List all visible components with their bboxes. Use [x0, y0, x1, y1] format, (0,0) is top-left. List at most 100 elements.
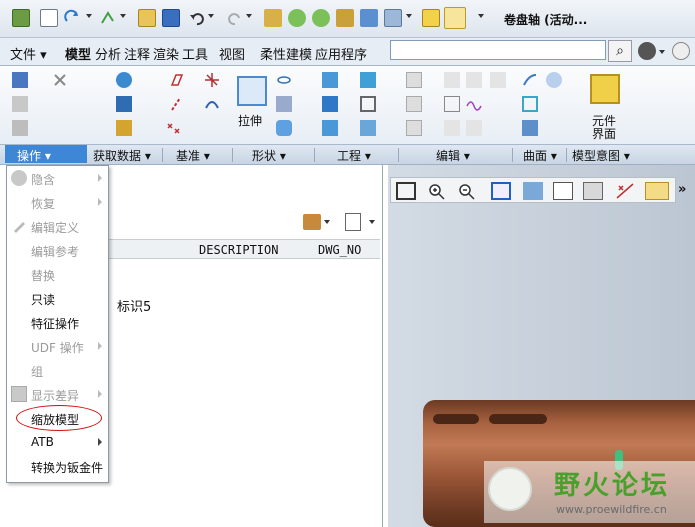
- tab-model[interactable]: 模型: [65, 44, 91, 63]
- window-icon[interactable]: [336, 9, 354, 27]
- chamfer-icon[interactable]: [322, 120, 338, 136]
- windows-icon[interactable]: [384, 9, 402, 27]
- sweep-icon[interactable]: [276, 96, 292, 112]
- delete-icon[interactable]: [52, 72, 68, 88]
- help-icon[interactable]: [638, 42, 656, 60]
- column-description[interactable]: DESCRIPTION: [199, 243, 278, 257]
- solidify-icon[interactable]: [466, 120, 482, 136]
- group-editing[interactable]: 编辑 ▾: [436, 147, 470, 164]
- customize-dropdown-icon[interactable]: [478, 14, 484, 18]
- search-icon[interactable]: ⌕: [608, 40, 632, 62]
- copy-icon[interactable]: [12, 96, 28, 112]
- menu-item-group[interactable]: 组: [7, 358, 108, 382]
- view-manager-icon[interactable]: [583, 182, 603, 200]
- tree-settings-icon[interactable]: [303, 214, 321, 230]
- repaint-icon[interactable]: [491, 182, 511, 200]
- open-icon[interactable]: [138, 9, 156, 27]
- dropdown-icon[interactable]: [406, 14, 412, 18]
- close-window-icon[interactable]: [360, 9, 378, 27]
- hole-icon[interactable]: [322, 72, 338, 88]
- import-icon[interactable]: [116, 120, 132, 136]
- menu-item-resume[interactable]: 恢复: [7, 190, 108, 214]
- copy-geometry-icon[interactable]: [116, 72, 132, 88]
- new-icon[interactable]: [40, 9, 58, 27]
- green-sphere-icon[interactable]: [288, 9, 306, 27]
- dropdown-icon[interactable]: [120, 14, 126, 18]
- regen-icon[interactable]: [264, 9, 282, 27]
- redo-icon[interactable]: [226, 9, 244, 27]
- trim-icon[interactable]: [406, 120, 422, 136]
- dropdown-icon[interactable]: [369, 220, 375, 224]
- options-icon[interactable]: [672, 42, 690, 60]
- saved-orientations-icon[interactable]: [553, 182, 573, 200]
- extend-icon[interactable]: [466, 72, 482, 88]
- project-icon[interactable]: [466, 96, 482, 112]
- column-dwg-no[interactable]: DWG_NO: [318, 243, 361, 257]
- tab-view[interactable]: 视图: [219, 44, 245, 63]
- menu-item-read-only[interactable]: 只读: [7, 286, 108, 310]
- save-icon[interactable]: [162, 9, 180, 27]
- lightning-icon[interactable]: [444, 7, 466, 29]
- tab-file[interactable]: 文件 ▾: [10, 44, 47, 63]
- rib-icon[interactable]: [360, 120, 376, 136]
- plane-icon[interactable]: [168, 72, 184, 88]
- pattern-icon[interactable]: [406, 72, 422, 88]
- coordinate-system-icon[interactable]: [204, 72, 220, 88]
- undo-icon[interactable]: [188, 9, 206, 27]
- tree-item-label[interactable]: 标识5: [117, 296, 151, 315]
- group-shapes[interactable]: 形状 ▾: [252, 147, 286, 164]
- menu-item-convert-to-sheetmetal[interactable]: 转换为钣金件: [7, 454, 108, 478]
- paste-icon[interactable]: [12, 120, 28, 136]
- zoom-out-icon[interactable]: [457, 182, 477, 200]
- refit-icon[interactable]: [396, 182, 416, 200]
- tab-applications[interactable]: 应用程序: [315, 44, 367, 63]
- show-list-icon[interactable]: [345, 213, 361, 231]
- point-icon[interactable]: [166, 120, 182, 136]
- menu-item-show-differences[interactable]: 显示差异: [7, 382, 108, 406]
- dropdown-icon[interactable]: [324, 220, 330, 224]
- swept-blend-icon[interactable]: [276, 120, 292, 136]
- regenerate-manager-icon[interactable]: [98, 9, 116, 27]
- mirror-icon[interactable]: [406, 96, 422, 112]
- revolve-icon[interactable]: [276, 72, 292, 88]
- menu-item-edit-references[interactable]: 编辑参考: [7, 238, 108, 262]
- more-tools-icon[interactable]: »: [678, 182, 686, 197]
- thicken-icon[interactable]: [444, 120, 460, 136]
- group-surfaces[interactable]: 曲面 ▾: [523, 147, 557, 164]
- menu-item-atb[interactable]: ATB: [7, 430, 108, 454]
- tab-flexible-modeling[interactable]: 柔性建模: [260, 44, 312, 63]
- axis-icon[interactable]: [168, 96, 184, 112]
- menu-item-edit-definition[interactable]: 编辑定义: [7, 214, 108, 238]
- extrude-icon[interactable]: [237, 76, 267, 106]
- regenerate-icon[interactable]: [64, 9, 82, 27]
- group-model-intent[interactable]: 模型意图 ▾: [572, 147, 630, 164]
- round-icon[interactable]: [322, 96, 338, 112]
- menu-item-feature-operations[interactable]: 特征操作: [7, 310, 108, 334]
- sketch-icon[interactable]: [204, 96, 220, 112]
- spin-center-icon[interactable]: [645, 182, 669, 200]
- menu-item-replace[interactable]: 替换: [7, 262, 108, 286]
- draft-icon[interactable]: [360, 72, 376, 88]
- tab-render[interactable]: 渲染: [153, 44, 179, 63]
- search-input[interactable]: [390, 40, 606, 60]
- merge-icon[interactable]: [444, 72, 460, 88]
- user-defined-feature-icon[interactable]: [12, 72, 28, 88]
- display-style-icon[interactable]: [523, 182, 543, 200]
- group-get-data[interactable]: 获取数据 ▾: [93, 147, 151, 164]
- zoom-in-icon[interactable]: [427, 182, 447, 200]
- menu-item-udf-operations[interactable]: UDF 操作: [7, 334, 108, 358]
- menu-item-suppress[interactable]: 隐含: [7, 166, 108, 190]
- tab-tools[interactable]: 工具: [182, 44, 208, 63]
- folder-icon[interactable]: [422, 9, 440, 27]
- tab-analysis[interactable]: 分析: [95, 44, 121, 63]
- offset-icon[interactable]: [444, 96, 460, 112]
- freestyle-icon[interactable]: [546, 72, 562, 88]
- shrinkwrap-icon[interactable]: [116, 96, 132, 112]
- datum-display-icon[interactable]: [615, 182, 635, 200]
- tab-annotate[interactable]: 注释: [124, 44, 150, 63]
- boundary-blend-icon[interactable]: [522, 96, 538, 112]
- style-icon[interactable]: [522, 72, 538, 88]
- group-engineering[interactable]: 工程 ▾: [337, 147, 371, 164]
- dropdown-icon[interactable]: [208, 14, 214, 18]
- group-operations[interactable]: 操作 ▾: [5, 145, 87, 163]
